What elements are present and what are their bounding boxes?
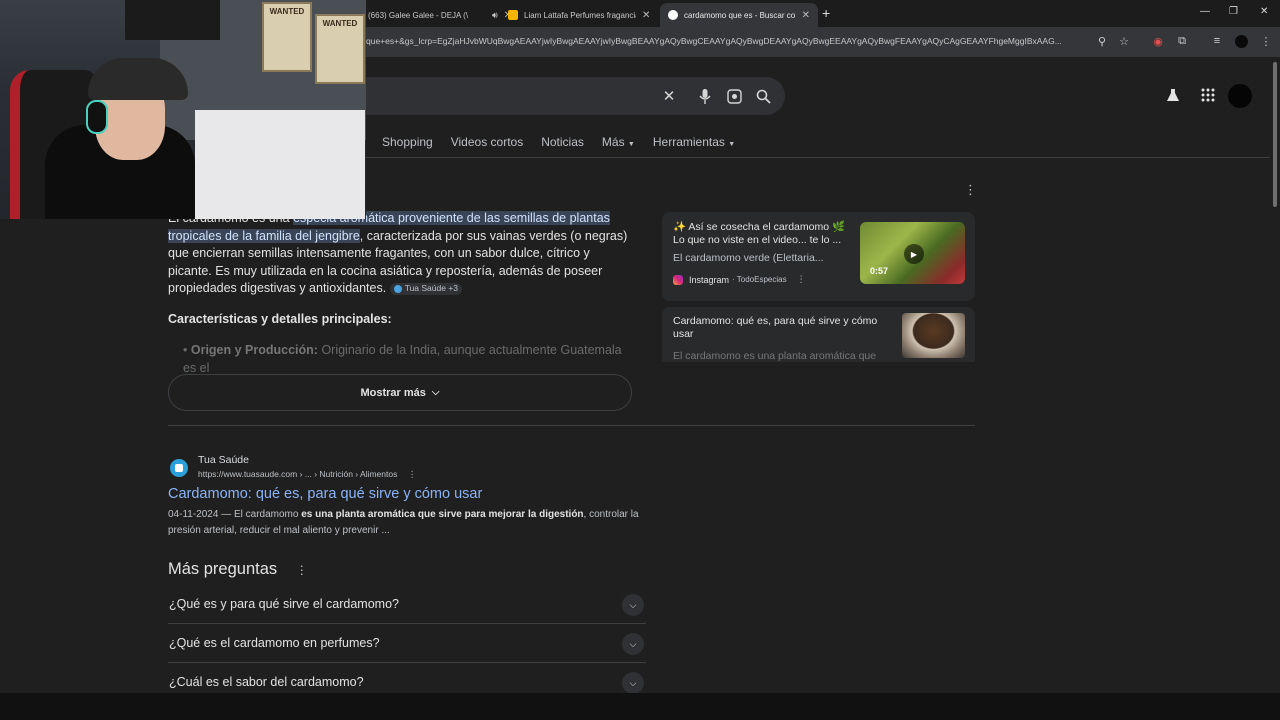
site-favicon-icon [508,10,518,20]
result-site-name[interactable]: Tua Saúde [198,454,249,466]
overview-subheading: Características y detalles principales: [168,312,392,326]
result-url[interactable]: https://www.tuasaude.com › ... › Nutrici… [198,469,416,480]
video-card-title: ✨ Así se cosecha el cardamomo 🌿 Lo que n… [673,221,846,246]
scrollbar-thumb[interactable] [1273,62,1277,207]
result-url-text: https://www.tuasaude.com › ... › Nutrici… [198,469,398,479]
show-more-button[interactable]: Mostrar más ⌵ [168,374,632,411]
minimize-icon[interactable]: — [1200,6,1210,17]
overview-paragraph: El cardamomo es una especia aromática pr… [168,210,628,298]
bookmark-star-icon[interactable]: ☆ [1117,34,1131,48]
microphone-icon[interactable] [696,87,714,105]
webcam-poster: WANTED [262,2,312,72]
zoom-icon[interactable]: ⚲ [1095,34,1109,48]
profile-avatar[interactable] [1234,34,1248,48]
lens-camera-icon[interactable] [725,87,743,105]
show-more-label: Mostrar más [360,386,426,399]
question-item[interactable]: ¿Qué es y para qué sirve el cardamomo? ⌵ [168,586,646,624]
tuasaude-favicon-icon [170,459,188,477]
overview-faded-bullet: • Origen y Producción: Originario de la … [183,343,622,375]
webcam-overlay: WANTED WANTED [0,0,366,219]
question-text: ¿Qué es el cardamomo en perfumes? [169,636,380,650]
chevron-down-icon[interactable]: ⌵ [622,633,644,655]
video-card-source: Instagram · TodoEspecias ⋮ [673,274,806,285]
article-card[interactable]: Cardamomo: qué es, para qué sirve y cómo… [662,307,975,362]
more-questions-title: Más preguntas [168,560,278,578]
question-item[interactable]: ¿Cuál es el sabor del cardamomo? ⌵ [168,664,646,693]
speaker-icon[interactable]: 🔊︎ [492,10,498,21]
tab-title: (663) Galee Galee - DEJA (\ [368,10,469,20]
video-duration: 0:57 [870,266,889,276]
tab-news[interactable]: Noticias [541,135,584,149]
overview-more-options-icon[interactable]: ⋮ [964,182,977,198]
new-tab-icon[interactable]: + [822,5,830,21]
tab-title: Liam Lattafa Perfumes fragancia [524,10,636,20]
page-scrollbar[interactable] [1270,57,1280,693]
browser-tab-liam[interactable]: Liam Lattafa Perfumes fragancia ✕ [500,3,658,27]
webcam-lamp [125,0,220,40]
result-snippet: 04-11-2024 — El cardamomo es una planta … [168,507,648,539]
tab-tools-label: Herramientas [652,135,725,149]
result-title-link[interactable]: Cardamomo: qué es, para qué sirve y cómo… [168,486,482,502]
browser-tab-google[interactable]: cardamomo que es - Buscar co ✕ [660,3,818,27]
tab-short-videos[interactable]: Videos cortos [451,135,524,149]
result-snippet-bold: es una planta aromática que sirve para m… [301,509,584,520]
webcam-person-cap [88,58,188,100]
chevron-down-icon: ⌵ [431,387,440,398]
article-thumbnail [902,313,965,358]
close-tab-icon[interactable]: ✕ [642,10,650,21]
chevron-down-icon[interactable]: ⌵ [622,672,644,693]
tab-more[interactable]: Más ▼ [602,135,635,149]
source-favicon-icon [393,284,402,293]
media-control-icon[interactable]: ≡ [1210,34,1224,48]
address-bar[interactable]: que+es+&gs_lcrp=EgZjaHJvbWUqBwgAEAAYjwIy… [366,36,1086,46]
search-input[interactable]: ✕ [300,77,785,115]
card-more-icon[interactable]: ⋮ [797,274,806,285]
tab-title: cardamomo que es - Buscar co [684,10,796,20]
article-card-subtitle: El cardamomo es una planta aromática que [673,350,877,362]
source-chip[interactable]: Tua Saúde +3 [389,282,463,295]
source-chip-label: Tua Saúde +3 [404,282,459,293]
instagram-icon [673,274,683,285]
article-card-title: Cardamomo: qué es, para qué sirve y cómo… [673,315,878,340]
result-more-icon[interactable]: ⋮ [408,469,417,479]
webcam-poster: WANTED [315,14,365,84]
browser-menu-icon[interactable]: ⋮ [1259,34,1273,48]
source-detail: · TodoEspecias [732,275,787,284]
bottom-bar [0,693,1280,720]
extension-badge-icon[interactable]: ◉ [1151,34,1165,48]
section-divider [168,425,975,426]
more-questions-options-icon[interactable]: ⋮ [296,563,308,577]
restore-icon[interactable]: ❐ [1229,6,1238,17]
question-text: ¿Qué es y para qué sirve el cardamomo? [169,597,399,611]
account-avatar[interactable] [1228,84,1252,108]
search-icon[interactable] [754,87,772,105]
google-favicon-icon [668,10,678,20]
webcam-dresser [195,110,365,219]
close-window-icon[interactable]: ✕ [1260,6,1268,17]
webcam-headphones [86,100,108,134]
tab-more-label: Más [601,135,625,149]
faded-bullet-label: Origen y Producción: [190,343,318,357]
question-item[interactable]: ¿Qué es el cardamomo en perfumes? ⌵ [168,625,646,663]
search-tabs: Shopping Videos cortos Noticias Más ▼ He… [382,135,735,149]
browser-tab-youtube[interactable]: (663) Galee Galee - DEJA (\ 🔊︎ ✕ [360,3,520,27]
close-tab-icon[interactable]: ✕ [802,10,810,21]
chevron-down-icon[interactable]: ⌵ [622,594,644,616]
video-card-subtitle: El cardamomo verde (Elettaria... [673,252,824,264]
dropdown-caret-icon: ▼ [728,141,736,148]
dropdown-caret-icon: ▼ [627,141,635,148]
play-icon[interactable]: ▶ [904,244,924,264]
more-questions-heading: Más preguntas ⋮ [168,560,308,579]
question-text: ¿Cuál es el sabor del cardamomo? [169,675,364,689]
video-card[interactable]: ✨ Así se cosecha el cardamomo 🌿 Lo que n… [662,212,975,301]
tab-tools[interactable]: Herramientas ▼ [653,135,735,149]
video-thumbnail[interactable]: ▶ 0:57 [860,222,965,284]
clear-search-icon[interactable]: ✕ [660,87,678,105]
result-date: 04-11-2024 — El cardamomo [168,509,302,520]
source-name: Instagram [689,274,730,285]
extensions-puzzle-icon[interactable]: ⧉ [1175,34,1189,48]
labs-flask-icon[interactable] [1166,88,1180,107]
tab-shopping[interactable]: Shopping [382,135,433,149]
apps-grid-icon[interactable] [1201,88,1215,107]
